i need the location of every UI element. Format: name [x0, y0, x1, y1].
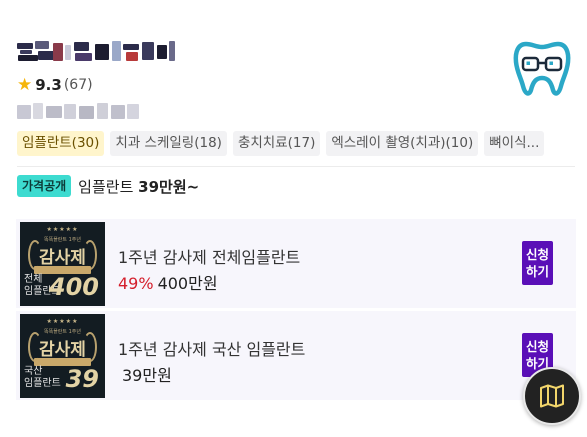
tag-implant[interactable]: 임플란트(30)	[17, 131, 105, 156]
discount-rate: 49%	[118, 274, 154, 293]
star-icon: ★	[17, 74, 33, 95]
divider	[17, 166, 575, 167]
clinic-name-obscured	[17, 41, 175, 63]
treatment-tags: 임플란트(30) 치과 스케일링(18) 충치치료(17) 엑스레이 촬영(치과…	[17, 131, 545, 156]
rating-count: (67)	[63, 77, 93, 93]
price-value: 39만원	[122, 366, 172, 385]
tag-scaling[interactable]: 치과 스케일링(18)	[110, 131, 227, 156]
product-title: 1주년 감사제 국산 임플란트	[118, 340, 306, 359]
tag-bone-graft[interactable]: 뼈이식...	[484, 131, 545, 156]
map-button[interactable]	[523, 367, 581, 425]
tooth-logo-icon	[512, 38, 572, 100]
price-public-badge: 가격공개	[17, 175, 72, 197]
price-summary-amount: 39만원~	[138, 177, 200, 196]
clinic-address-obscured	[17, 103, 139, 121]
product-card[interactable]: ★★★★★ 똑똑플란트 1주년 감사제 전체 임플란트 400 1주년 감사제 전…	[16, 219, 576, 308]
product-thumbnail: ★★★★★ 똑똑플란트 1주년 감사제 전체 임플란트 400	[20, 222, 105, 306]
price-value: 400만원	[157, 274, 218, 293]
product-price: 49% 400만원	[118, 270, 218, 294]
map-icon	[540, 384, 564, 408]
apply-button[interactable]: 신청 하기	[522, 241, 553, 285]
rating-score: 9.3	[35, 76, 62, 94]
product-card[interactable]: ★★★★★ 똑똑플란트 1주년 감사제 국산 임플란트 39 1주년 감사제 국산…	[16, 311, 576, 400]
rating: ★ 9.3 (67)	[17, 74, 93, 96]
tag-cavity[interactable]: 충치치료(17)	[232, 131, 321, 156]
tag-xray[interactable]: 엑스레이 촬영(치과)(10)	[326, 131, 479, 156]
product-title: 1주년 감사제 전체임플란트	[118, 248, 301, 267]
price-summary-text: 임플란트 39만원~	[78, 177, 200, 196]
product-price: 39만원	[118, 362, 172, 386]
product-thumbnail: ★★★★★ 똑똑플란트 1주년 감사제 국산 임플란트 39	[20, 314, 105, 398]
price-summary: 가격공개 임플란트 39만원~	[17, 173, 199, 199]
